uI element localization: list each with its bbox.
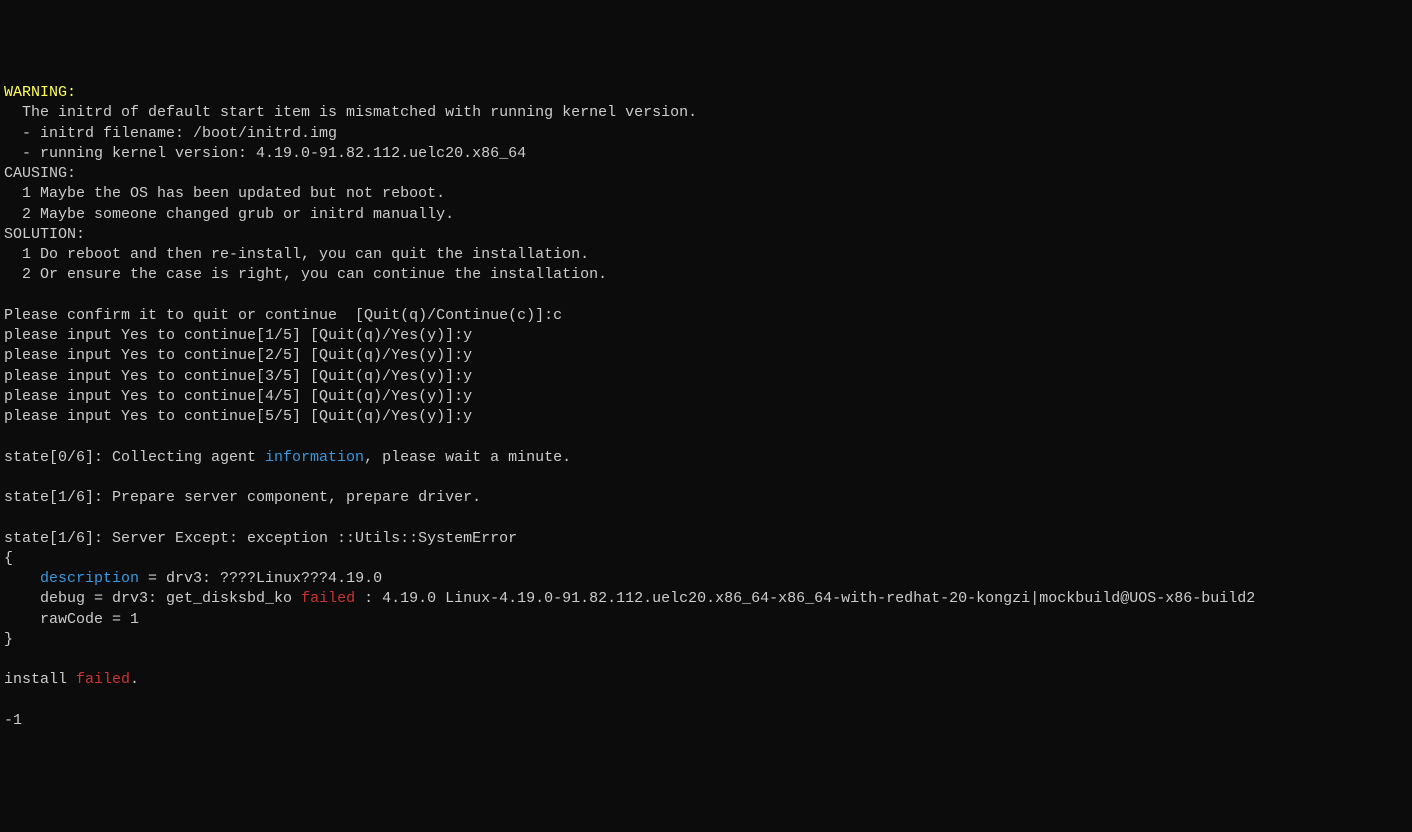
confirm-prompt: Please confirm it to quit or continue [Q… — [4, 307, 562, 324]
state-0-prefix: state[0/6]: Collecting agent — [4, 449, 265, 466]
state-0-information: information — [265, 449, 364, 466]
install-failed: failed — [76, 671, 130, 688]
error-debug-suffix: : 4.19.0 Linux-4.19.0-91.82.112.uelc20.x… — [355, 590, 1255, 607]
confirm-input-4: please input Yes to continue[4/5] [Quit(… — [4, 388, 472, 405]
error-debug-prefix: debug = drv3: get_disksbd_ko — [4, 590, 301, 607]
error-description-val: = drv3: ????Linux???4.19.0 — [139, 570, 382, 587]
causing-line1: 1 Maybe the OS has been updated but not … — [4, 185, 445, 202]
error-description-key: description — [4, 570, 139, 587]
confirm-input-5: please input Yes to continue[5/5] [Quit(… — [4, 408, 472, 425]
solution-line2: 2 Or ensure the case is right, you can c… — [4, 266, 607, 283]
terminal-output: WARNING: The initrd of default start ite… — [4, 83, 1408, 731]
state-1: state[1/6]: Prepare server component, pr… — [4, 489, 481, 506]
solution-header: SOLUTION: — [4, 226, 85, 243]
error-brace-close: } — [4, 631, 13, 648]
install-suffix: . — [130, 671, 139, 688]
confirm-input-1: please input Yes to continue[1/5] [Quit(… — [4, 327, 472, 344]
solution-line1: 1 Do reboot and then re-install, you can… — [4, 246, 589, 263]
error-debug-failed: failed — [301, 590, 355, 607]
exit-code: -1 — [4, 712, 22, 729]
causing-line2: 2 Maybe someone changed grub or initrd m… — [4, 206, 454, 223]
state-1b: state[1/6]: Server Except: exception ::U… — [4, 530, 517, 547]
warning-line2: - initrd filename: /boot/initrd.img — [4, 125, 337, 142]
error-rawcode: rawCode = 1 — [4, 611, 139, 628]
warning-line1: The initrd of default start item is mism… — [4, 104, 697, 121]
error-brace-open: { — [4, 550, 13, 567]
state-0-suffix: , please wait a minute. — [364, 449, 571, 466]
confirm-input-2: please input Yes to continue[2/5] [Quit(… — [4, 347, 472, 364]
install-prefix: install — [4, 671, 76, 688]
confirm-input-3: please input Yes to continue[3/5] [Quit(… — [4, 368, 472, 385]
warning-line3: - running kernel version: 4.19.0-91.82.1… — [4, 145, 526, 162]
warning-header: WARNING: — [4, 84, 76, 101]
causing-header: CAUSING: — [4, 165, 76, 182]
